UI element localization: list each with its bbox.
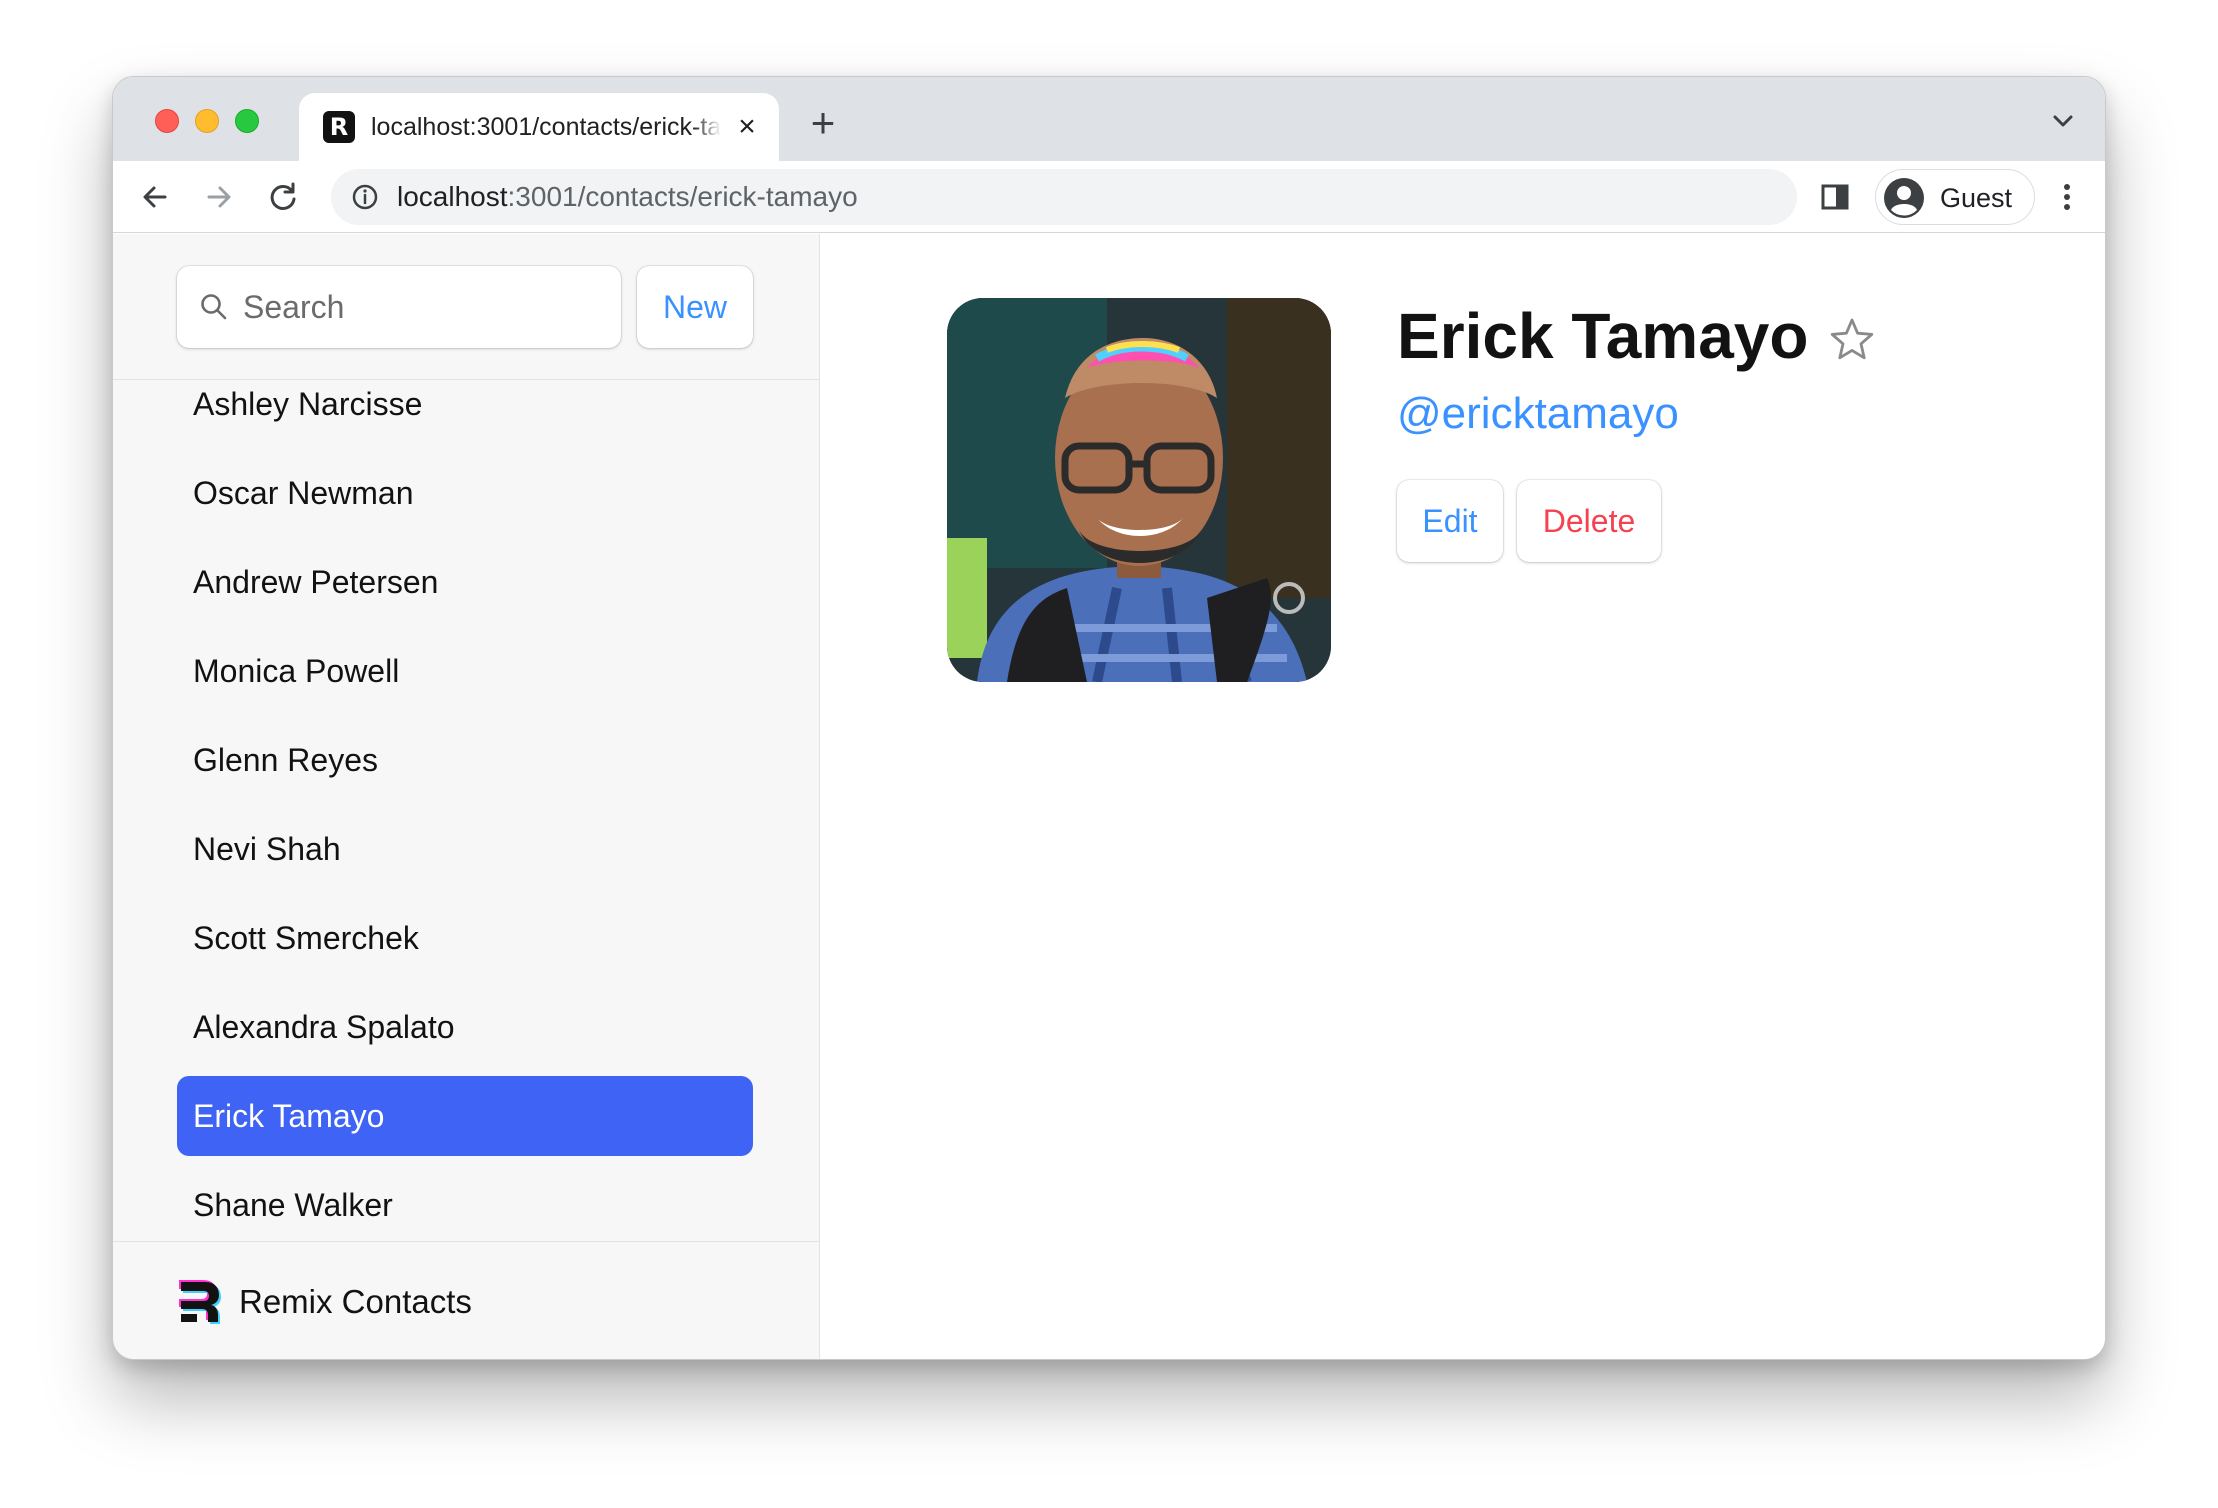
reload-icon[interactable] — [263, 177, 303, 217]
sidebar-footer: Remix Contacts — [113, 1241, 819, 1359]
browser-toolbar: localhost:3001/contacts/erick-tamayo Gue… — [113, 161, 2105, 233]
contact-item[interactable]: Nevi Shah — [177, 809, 753, 889]
contact-item[interactable]: Ashley Narcisse — [177, 364, 753, 444]
profile-label: Guest — [1940, 183, 2013, 213]
search-icon — [201, 294, 227, 320]
url-text: localhost:3001/contacts/erick-tamayo — [397, 181, 858, 213]
forward-arrow-icon[interactable] — [199, 177, 239, 217]
profile-button[interactable]: Guest — [1875, 169, 2035, 225]
contact-item[interactable]: Monica Powell — [177, 631, 753, 711]
account-avatar-icon — [1884, 178, 1924, 218]
contact-item[interactable]: Oscar Newman — [177, 453, 753, 533]
contact-name: Erick Tamayo — [1397, 300, 1809, 372]
tab-close-icon[interactable]: × — [731, 111, 763, 143]
remix-favicon-icon: R — [323, 111, 355, 143]
contact-avatar — [947, 298, 1331, 682]
url-path: :3001/contacts/erick-tamayo — [507, 181, 858, 212]
browser-window: R localhost:3001/contacts/erick-tamayo ×… — [112, 76, 2106, 1360]
search-area: New — [113, 234, 819, 380]
sidebar: New Ashley Narcisse Oscar Newman Andrew … — [113, 234, 820, 1359]
new-tab-button[interactable]: + — [803, 102, 843, 144]
contact-item[interactable]: Shane Walker — [177, 1165, 753, 1245]
delete-button[interactable]: Delete — [1517, 480, 1661, 562]
contact-item[interactable]: Alexandra Spalato — [177, 987, 753, 1067]
twitter-handle-link[interactable]: @ericktamayo — [1397, 386, 1679, 442]
app-title: Remix Contacts — [239, 1283, 472, 1320]
address-bar[interactable]: localhost:3001/contacts/erick-tamayo — [331, 169, 1797, 225]
contact-item[interactable]: Andrew Petersen — [177, 542, 753, 622]
edit-button[interactable]: Edit — [1397, 480, 1503, 562]
tab-strip: R localhost:3001/contacts/erick-tamayo ×… — [113, 77, 2105, 161]
search-box[interactable] — [177, 266, 621, 348]
minimize-window-button[interactable] — [195, 109, 219, 133]
back-arrow-icon[interactable] — [135, 177, 175, 217]
search-input[interactable] — [243, 284, 603, 330]
site-info-icon[interactable] — [351, 183, 379, 211]
new-contact-button[interactable]: New — [637, 266, 753, 348]
favorite-star-icon[interactable] — [1829, 316, 1875, 362]
contact-item[interactable]: Glenn Reyes — [177, 720, 753, 800]
browser-tab[interactable]: R localhost:3001/contacts/erick-tamayo × — [299, 93, 779, 161]
more-menu-icon[interactable] — [2057, 179, 2077, 215]
tab-title: localhost:3001/contacts/erick-tamayo — [371, 113, 721, 141]
contact-detail: Erick Tamayo @ericktamayo Edit Delete — [821, 234, 2105, 1359]
contact-item[interactable]: Scott Smerchek — [177, 898, 753, 978]
side-panel-icon[interactable] — [1819, 181, 1851, 213]
maximize-window-button[interactable] — [235, 109, 259, 133]
close-window-button[interactable] — [155, 109, 179, 133]
tab-search-chevron-icon[interactable] — [2047, 105, 2079, 137]
remix-logo-icon — [179, 1280, 221, 1324]
contact-item-active[interactable]: Erick Tamayo — [177, 1076, 753, 1156]
url-host: localhost — [397, 181, 508, 212]
